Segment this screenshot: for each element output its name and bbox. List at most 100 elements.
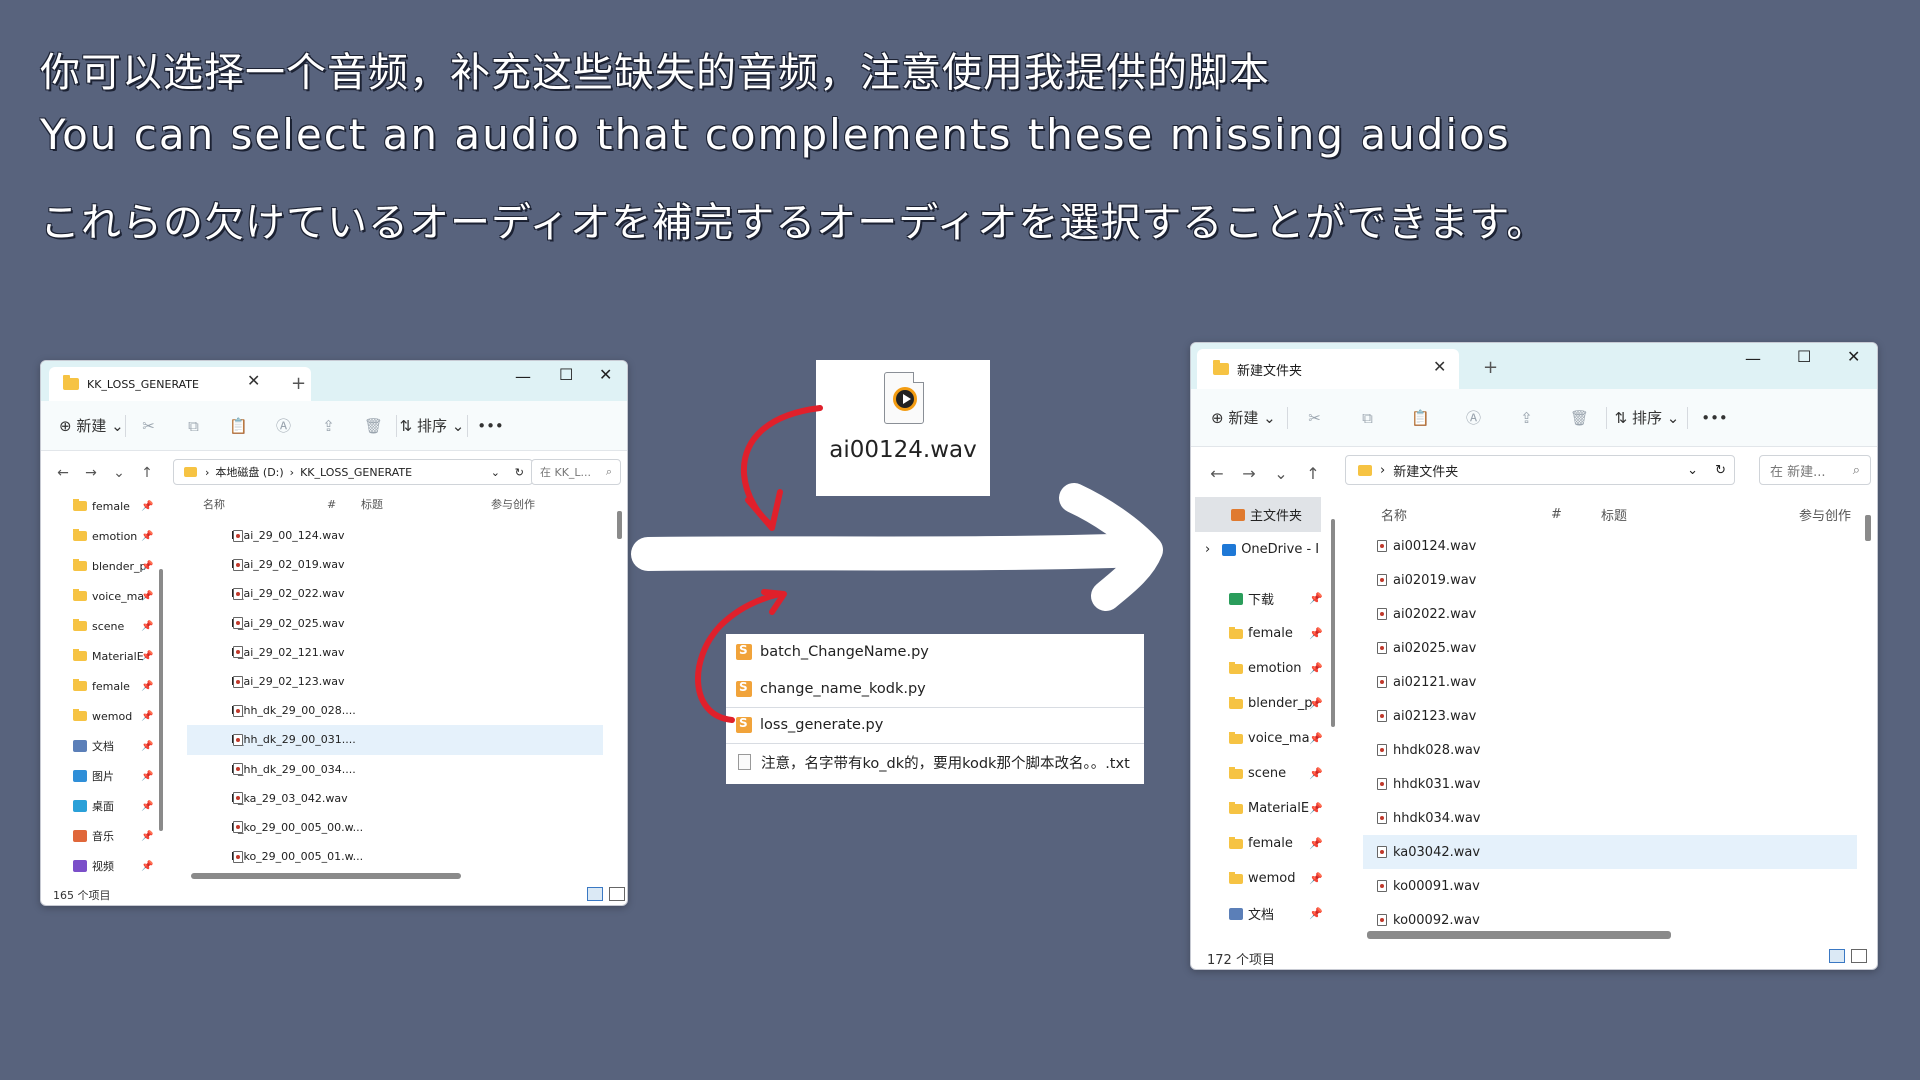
column-name-header[interactable]: 名称 [1381,505,1551,524]
file-row[interactable]: h_ka_29_03_042.wav [187,784,603,813]
pin-icon[interactable]: 📌 [1309,732,1323,745]
breadcrumb-folder[interactable]: KK_LOSS_GENERATE [300,466,412,479]
pin-icon[interactable]: 📌 [141,561,153,572]
file-row[interactable]: h_ai_29_02_019.wav [187,550,603,579]
column-contributors-header[interactable]: 参与创作 [1799,505,1869,524]
minimize-icon[interactable]: — [515,367,531,386]
up-arrow-icon[interactable]: ↑ [133,465,161,481]
sidebar-item[interactable]: wemod 📌 [41,701,159,731]
column-number-header[interactable]: # [327,498,361,511]
more-options-button[interactable]: ••• [1688,409,1741,427]
expand-chevron-icon[interactable]: › [1205,542,1210,557]
file-row[interactable]: hhdk028.wav [1363,733,1857,767]
pin-icon[interactable]: 📌 [141,651,153,662]
file-list-scrollbar[interactable] [617,511,622,539]
file-row[interactable]: ko00091.wav [1363,869,1857,903]
tiles-view-icon[interactable] [1851,949,1867,963]
file-row[interactable]: ai02025.wav [1363,631,1857,665]
sidebar-item[interactable]: 主文件夹 [1195,497,1321,532]
rename-icon[interactable]: Ⓐ [261,415,306,436]
pin-icon[interactable]: 📌 [141,861,153,872]
column-title-header[interactable]: 标题 [361,496,491,512]
back-arrow-icon[interactable]: ← [49,465,77,481]
rename-icon[interactable]: Ⓐ [1447,407,1500,428]
sidebar-item[interactable]: blender_p 📌 [41,551,159,581]
copy-icon[interactable]: ⧉ [1341,409,1394,427]
maximize-icon[interactable]: ☐ [559,365,573,384]
sidebar-item[interactable]: voice_ma 📌 [41,581,159,611]
forward-arrow-icon[interactable]: → [77,465,105,481]
tab-new-folder[interactable]: 新建文件夹 [1197,349,1459,389]
copy-icon[interactable]: ⧉ [171,417,216,435]
file-row[interactable]: h_hh_dk_29_00_034.... [187,755,603,784]
file-row[interactable]: h_ai_29_02_025.wav [187,609,603,638]
file-row[interactable]: h_hh_dk_29_00_028.... [187,696,603,725]
pin-icon[interactable]: 📌 [141,681,153,692]
pin-icon[interactable]: 📌 [1309,627,1323,640]
sidebar-item[interactable]: wemod 📌 [1191,861,1327,896]
sidebar-item[interactable]: 音乐 📌 [41,821,159,851]
pin-icon[interactable]: 📌 [141,531,153,542]
file-row[interactable]: ai02121.wav [1363,665,1857,699]
file-row[interactable]: h_ko_29_00_005_00.w... [187,813,603,842]
horizontal-scrollbar[interactable] [191,873,461,879]
refresh-icon[interactable]: ↻ [515,466,524,479]
paste-icon[interactable]: 📋 [216,417,261,435]
column-title-header[interactable]: 标题 [1601,505,1799,524]
breadcrumb-drive[interactable]: 本地磁盘 (D:) [215,464,283,480]
file-row[interactable]: h_ko_29_00_005_01.w... [187,842,603,871]
file-list-scrollbar[interactable] [1865,515,1871,541]
file-row[interactable]: ai02123.wav [1363,699,1857,733]
address-bar[interactable]: › 本地磁盘 (D:) › KK_LOSS_GENERATE ⌄ ↻ [173,459,533,485]
new-button[interactable]: ⊕ 新建 ⌄ [59,415,125,436]
cut-icon[interactable]: ✂ [126,417,171,435]
breadcrumb-folder[interactable]: 新建文件夹 [1393,461,1458,480]
address-dropdown-icon[interactable]: ⌄ [491,466,500,479]
pin-icon[interactable]: 📌 [141,831,153,842]
refresh-icon[interactable]: ↻ [1715,463,1726,478]
sidebar-item[interactable]: 文档 📌 [41,731,159,761]
close-tab-icon[interactable]: ✕ [1433,357,1446,376]
up-arrow-icon[interactable]: ↑ [1297,464,1329,483]
file-row[interactable]: h_ai_29_02_022.wav [187,579,603,608]
search-box[interactable]: 在 新建... ⌕ [1759,455,1871,485]
pin-icon[interactable]: 📌 [1309,837,1323,850]
pin-icon[interactable]: 📌 [1309,767,1323,780]
sidebar-scrollbar[interactable] [1331,519,1335,727]
pin-icon[interactable]: 📌 [1309,697,1323,710]
sidebar-item[interactable]: emotion 📌 [41,521,159,551]
sidebar-item[interactable]: MaterialE 📌 [1191,791,1327,826]
file-row[interactable]: hhdk034.wav [1363,801,1857,835]
new-button[interactable]: ⊕ 新建 ⌄ [1211,407,1287,428]
horizontal-scrollbar[interactable] [1367,931,1671,939]
details-view-icon[interactable] [587,887,603,901]
close-window-icon[interactable]: ✕ [599,365,612,384]
pin-icon[interactable]: 📌 [1309,592,1323,605]
column-number-header[interactable]: # [1551,507,1601,522]
sidebar-item[interactable]: female 📌 [41,491,159,521]
back-arrow-icon[interactable]: ← [1201,464,1233,483]
file-row[interactable]: h_ai_29_00_124.wav [187,521,603,550]
pin-icon[interactable]: 📌 [141,711,153,722]
more-options-button[interactable]: ••• [468,417,513,435]
pin-icon[interactable]: 📌 [141,501,153,512]
sidebar-item[interactable]: scene 📌 [41,611,159,641]
sidebar-item[interactable]: voice_ma 📌 [1191,721,1327,756]
paste-icon[interactable]: 📋 [1394,409,1447,427]
delete-icon[interactable]: 🗑 [351,417,396,435]
selected-audio-file[interactable]: ai00124.wav [816,360,990,496]
pin-icon[interactable]: 📌 [141,741,153,752]
sidebar-item[interactable]: female 📌 [1191,616,1327,651]
sort-button[interactable]: ⇅ 排序 ⌄ [397,415,467,436]
sort-button[interactable]: ⇅ 排序 ⌄ [1607,407,1687,428]
tiles-view-icon[interactable] [609,887,625,901]
close-window-icon[interactable]: ✕ [1847,347,1860,366]
file-row[interactable]: ai02019.wav [1363,563,1857,597]
file-row[interactable]: ai02022.wav [1363,597,1857,631]
sidebar-item[interactable]: scene 📌 [1191,756,1327,791]
file-row[interactable]: h_ai_29_02_123.wav [187,667,603,696]
pin-icon[interactable]: 📌 [1309,872,1323,885]
close-tab-icon[interactable]: ✕ [247,371,260,390]
share-icon[interactable]: ⇪ [306,417,351,435]
file-row[interactable]: ai00124.wav [1363,529,1857,563]
